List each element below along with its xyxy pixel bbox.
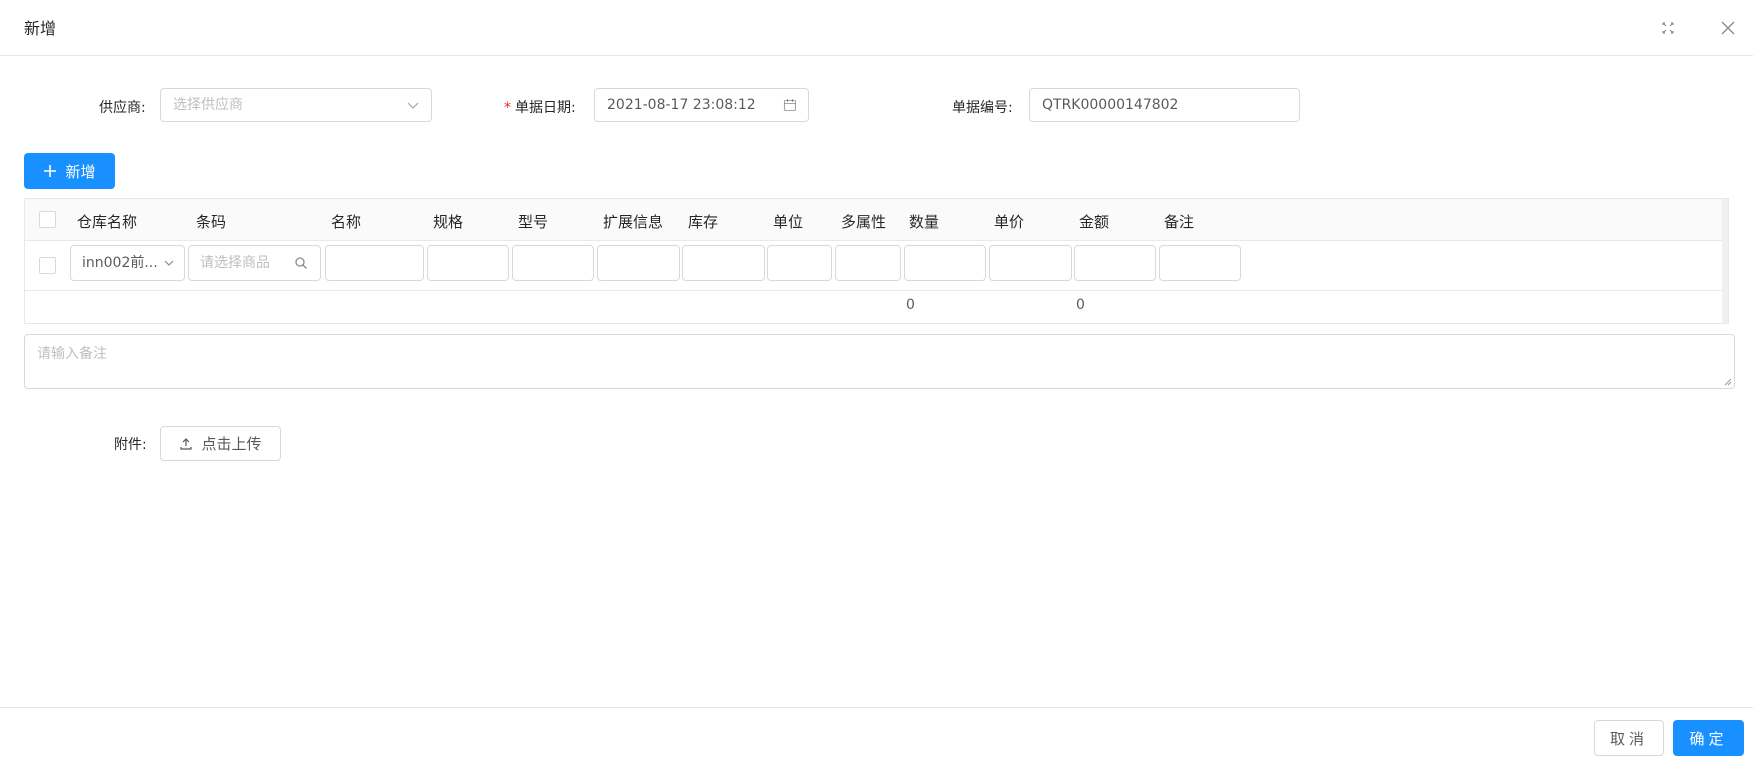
- resize-handle-icon[interactable]: [1722, 376, 1732, 386]
- upload-icon: [179, 437, 193, 451]
- upload-label: 点击上传: [201, 436, 262, 453]
- modal-title: 新增: [24, 19, 57, 38]
- barcode-input[interactable]: 请选择商品: [188, 245, 321, 281]
- bill-no-input[interactable]: QTRK00000147802: [1029, 88, 1300, 122]
- col-barcode: 条码: [196, 213, 227, 231]
- remark-textarea[interactable]: 请输入备注: [24, 334, 1735, 389]
- ok-button[interactable]: 确定: [1673, 720, 1744, 756]
- date-label: * 单据日期:: [504, 100, 576, 116]
- search-icon[interactable]: [294, 256, 308, 270]
- quantity-total: 0: [906, 297, 915, 313]
- required-mark: *: [504, 100, 511, 116]
- modal-header: 新增: [0, 0, 1753, 56]
- supplier-placeholder: 选择供应商: [173, 97, 243, 113]
- amount-input[interactable]: [1074, 245, 1156, 281]
- col-amount: 金额: [1079, 213, 1110, 231]
- remark-cell-input[interactable]: [1159, 245, 1241, 281]
- col-warehouse: 仓库名称: [77, 213, 138, 231]
- supplier-select[interactable]: 选择供应商: [160, 88, 432, 122]
- table-header: 仓库名称 条码 名称 规格 型号 扩展信息 库存 单位 多属性 数量 单价 金额…: [25, 199, 1728, 241]
- add-row-label: 新增: [65, 163, 96, 181]
- close-icon[interactable]: [1716, 16, 1740, 40]
- row-checkbox[interactable]: [39, 257, 56, 274]
- unit-price-input[interactable]: [989, 245, 1072, 281]
- col-remark: 备注: [1164, 213, 1195, 231]
- fullscreen-icon[interactable]: [1656, 16, 1680, 40]
- col-name: 名称: [331, 213, 362, 231]
- chevron-down-icon: [405, 97, 421, 113]
- spec-input[interactable]: [427, 245, 509, 281]
- plus-icon: [43, 164, 57, 178]
- col-quantity: 数量: [909, 213, 940, 231]
- warehouse-select[interactable]: inn002前...: [70, 245, 185, 281]
- amount-total: 0: [1076, 297, 1085, 313]
- name-input[interactable]: [325, 245, 424, 281]
- summary-row: 0 0: [25, 291, 1728, 323]
- quantity-input[interactable]: [904, 245, 986, 281]
- col-stock: 库存: [688, 213, 719, 231]
- col-unit: 单位: [773, 213, 804, 231]
- upload-button[interactable]: 点击上传: [160, 426, 281, 461]
- barcode-placeholder: 请选择商品: [200, 255, 270, 271]
- col-spec: 规格: [433, 213, 464, 231]
- table-row: inn002前... 请选择商品: [25, 241, 1728, 291]
- cancel-button[interactable]: 取消: [1594, 720, 1664, 756]
- ext-info-input[interactable]: [597, 245, 680, 281]
- warehouse-value: inn002前...: [82, 255, 158, 271]
- bill-no-value: QTRK00000147802: [1042, 97, 1179, 113]
- table-scrollbar[interactable]: [1722, 199, 1728, 323]
- select-all-checkbox[interactable]: [39, 211, 56, 228]
- attachment-label: 附件:: [114, 437, 147, 453]
- add-row-button[interactable]: 新增: [24, 153, 115, 189]
- model-input[interactable]: [512, 245, 594, 281]
- bill-no-label: 单据编号:: [952, 100, 1013, 116]
- chevron-down-icon: [162, 256, 176, 270]
- unit-input[interactable]: [767, 245, 832, 281]
- modal-footer: 取消 确定: [0, 707, 1753, 762]
- stock-input[interactable]: [682, 245, 765, 281]
- col-multi-attr: 多属性: [841, 213, 887, 231]
- col-unit-price: 单价: [994, 213, 1025, 231]
- date-picker[interactable]: 2021-08-17 23:08:12: [594, 88, 809, 122]
- col-model: 型号: [518, 213, 549, 231]
- col-ext-info: 扩展信息: [603, 213, 664, 231]
- supplier-label: 供应商:: [99, 100, 146, 116]
- calendar-icon: [782, 97, 798, 113]
- multi-attr-input[interactable]: [835, 245, 901, 281]
- date-value: 2021-08-17 23:08:12: [607, 97, 756, 113]
- goods-table: 仓库名称 条码 名称 规格 型号 扩展信息 库存 单位 多属性 数量 单价 金额…: [24, 198, 1729, 324]
- remark-placeholder: 请输入备注: [37, 346, 107, 362]
